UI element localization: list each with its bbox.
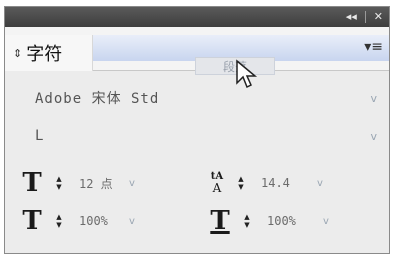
panel-tab-row: ⇕ 字符 段落 ▾≡ (5, 27, 389, 75)
horizontal-scale-stepper[interactable]: ▲ ▼ (241, 213, 253, 229)
font-size-dropdown-icon[interactable]: v (129, 178, 135, 189)
panel-menu-button[interactable]: ▾≡ (364, 40, 383, 54)
leading-icon: tA A (210, 171, 224, 195)
collapse-panel-button[interactable]: ◂◂ (346, 7, 357, 27)
panel-titlebar: ◂◂ ✕ (5, 7, 389, 27)
font-style-field[interactable]: L v (35, 123, 381, 149)
character-panel: ◂◂ ✕ ⇕ 字符 段落 ▾≡ Adobe 宋体 Std v L v T ▲ ▼… (4, 6, 390, 254)
close-panel-button[interactable]: ✕ (374, 7, 383, 27)
font-size-row: T ▲ ▼ 12 点 v (17, 169, 135, 197)
font-size-input[interactable]: 12 点 (79, 175, 123, 192)
vertical-scale-input[interactable]: 100% (79, 214, 123, 228)
font-size-down-arrow-icon[interactable]: ▼ (53, 183, 65, 191)
leading-input[interactable]: 14.4 (261, 176, 311, 190)
horizontal-scale-icon: T (210, 206, 230, 236)
font-size-stepper[interactable]: ▲ ▼ (53, 175, 65, 191)
leading-dropdown-icon[interactable]: v (317, 178, 323, 189)
titlebar-divider (364, 11, 366, 23)
vertical-scale-up-arrow-icon[interactable]: ▲ (53, 213, 65, 221)
vertical-scale-icon: T (22, 206, 42, 236)
leading-row: tA A ▲ ▼ 14.4 v (205, 169, 323, 197)
horizontal-scale-input[interactable]: 100% (267, 214, 317, 228)
font-style-value: L (35, 128, 45, 144)
font-family-field[interactable]: Adobe 宋体 Std v (35, 85, 381, 111)
font-family-value: Adobe 宋体 Std (35, 91, 160, 107)
horizontal-scale-dropdown-icon[interactable]: v (323, 216, 329, 227)
tab-character[interactable]: ⇕ 字符 (5, 35, 93, 71)
font-style-dropdown-icon[interactable]: v (370, 130, 377, 143)
vertical-scale-stepper[interactable]: ▲ ▼ (53, 213, 65, 229)
vertical-scale-down-arrow-icon[interactable]: ▼ (53, 221, 65, 229)
vertical-scale-row: T ▲ ▼ 100% v (17, 207, 135, 235)
font-size-icon: T (22, 168, 42, 198)
tab-options-toggle-icon[interactable]: ⇕ (13, 47, 22, 60)
vertical-scale-dropdown-icon[interactable]: v (129, 216, 135, 227)
font-family-dropdown-icon[interactable]: v (370, 92, 377, 105)
tab-character-label: 字符 (26, 44, 63, 65)
horizontal-scale-row: T ▲ ▼ 100% v (205, 207, 329, 235)
horizontal-scale-down-arrow-icon[interactable]: ▼ (241, 221, 253, 229)
leading-stepper[interactable]: ▲ ▼ (235, 175, 247, 191)
leading-down-arrow-icon[interactable]: ▼ (235, 183, 247, 191)
leading-up-arrow-icon[interactable]: ▲ (235, 175, 247, 183)
horizontal-scale-up-arrow-icon[interactable]: ▲ (241, 213, 253, 221)
font-size-up-arrow-icon[interactable]: ▲ (53, 175, 65, 183)
